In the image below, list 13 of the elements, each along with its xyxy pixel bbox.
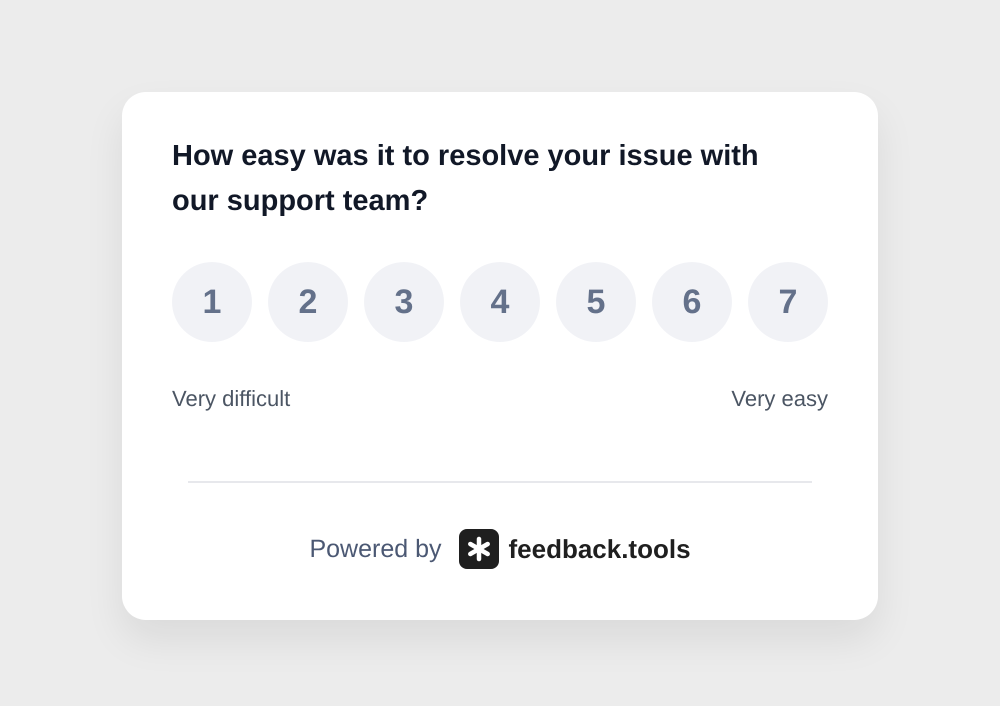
rating-option[interactable]: 6	[652, 262, 732, 342]
rating-option[interactable]: 1	[172, 262, 252, 342]
scale-label: Very difficult	[172, 385, 290, 413]
rating-option[interactable]: 4	[460, 262, 540, 342]
rating-option[interactable]: 5	[556, 262, 636, 342]
rating-option[interactable]: 3	[364, 262, 444, 342]
asterisk-logo-icon	[459, 529, 500, 569]
survey-question: How easy was it to resolve your issue with our support team?	[172, 139, 760, 219]
powered-by-text: Powered by	[309, 534, 442, 564]
scale-label: Very easy	[731, 385, 828, 413]
rating-option[interactable]: 7	[748, 262, 828, 342]
rating-option[interactable]: 2	[268, 262, 348, 342]
brand-link[interactable]: feedback.tools	[459, 529, 691, 569]
